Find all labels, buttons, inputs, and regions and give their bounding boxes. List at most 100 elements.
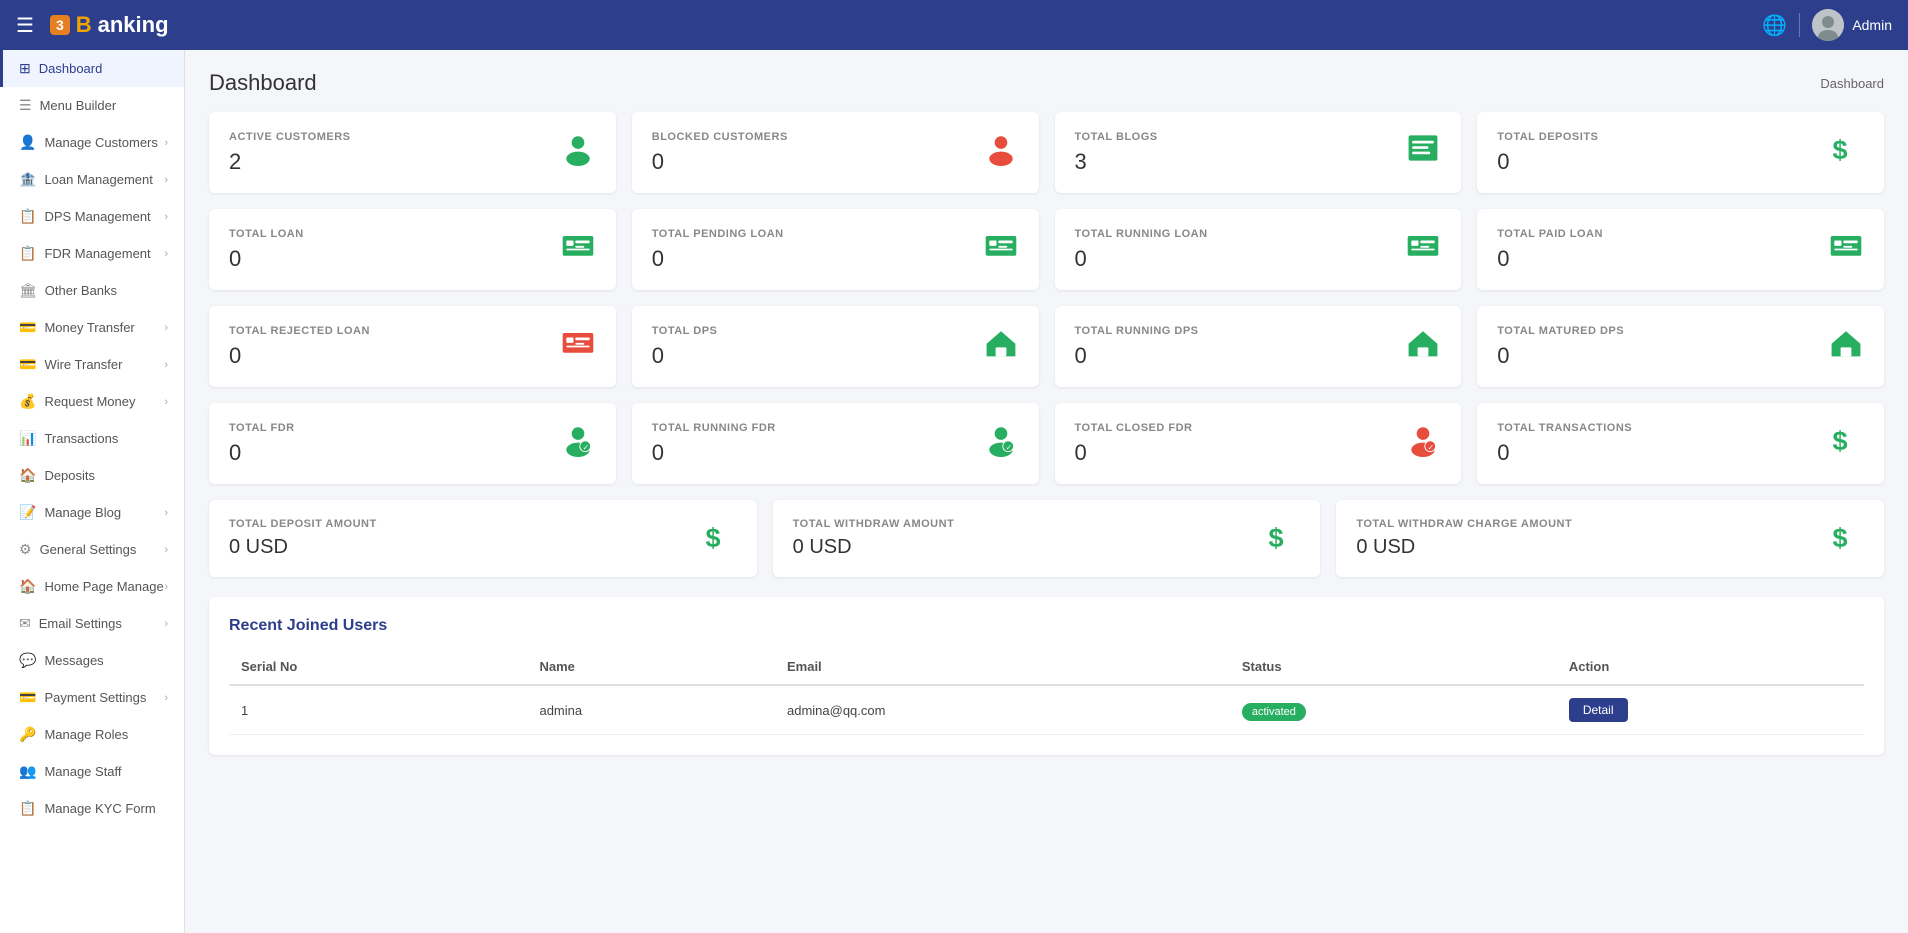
sidebar-label-manage-roles: Manage Roles (44, 727, 128, 742)
stat-icon-total-blogs (1405, 130, 1441, 175)
amount-value-total-withdraw-amount: 0 USD (793, 536, 955, 559)
sidebar-icon-dps-management: 📋 (19, 208, 36, 225)
stat-card-active-customers: ACTIVE CUSTOMERS 2 (209, 112, 616, 193)
stat-value-total-matured-dps: 0 (1497, 343, 1624, 369)
sidebar-item-loan-management[interactable]: 🏦 Loan Management › (0, 161, 184, 198)
stat-label-total-deposits: TOTAL DEPOSITS (1497, 131, 1598, 143)
sidebar-item-manage-roles[interactable]: 🔑 Manage Roles (0, 716, 184, 753)
sidebar-item-dps-management[interactable]: 📋 DPS Management › (0, 198, 184, 235)
stat-value-total-running-loan: 0 (1075, 246, 1208, 272)
sidebar-icon-deposits: 🏠 (19, 467, 36, 484)
sidebar-label-manage-customers: Manage Customers (44, 135, 157, 150)
sidebar-label-home-page-manage: Home Page Manage (44, 579, 163, 594)
stat-value-total-dps: 0 (652, 343, 718, 369)
sidebar-item-messages[interactable]: 💬 Messages (0, 642, 184, 679)
sidebar-label-general-settings: General Settings (40, 542, 137, 557)
globe-icon[interactable]: 🌐 (1762, 13, 1787, 38)
sidebar-label-dps-management: DPS Management (44, 209, 150, 224)
sidebar-item-manage-customers[interactable]: 👤 Manage Customers › (0, 124, 184, 161)
sidebar-label-manage-staff: Manage Staff (44, 764, 121, 779)
sidebar-item-money-transfer[interactable]: 💳 Money Transfer › (0, 309, 184, 346)
sidebar-item-manage-staff[interactable]: 👥 Manage Staff (0, 753, 184, 790)
stats-row-3: TOTAL REJECTED LOAN 0 TOTAL DPS 0 TOTAL … (209, 306, 1884, 387)
stat-info-total-running-loan: TOTAL RUNNING LOAN 0 (1075, 228, 1208, 272)
stat-card-total-dps: TOTAL DPS 0 (632, 306, 1039, 387)
stat-card-total-matured-dps: TOTAL MATURED DPS 0 (1477, 306, 1884, 387)
recent-users-table: Serial No Name Email Status Action 1 adm… (229, 649, 1864, 735)
amount-info-total-deposit-amount: TOTAL DEPOSIT AMOUNT 0 USD (229, 518, 377, 559)
sidebar-label-money-transfer: Money Transfer (44, 320, 134, 335)
chevron-icon-fdr-management: › (164, 248, 168, 260)
hamburger-button[interactable]: ☰ (16, 13, 34, 38)
stat-label-total-transactions: TOTAL TRANSACTIONS (1497, 422, 1632, 434)
sidebar-label-fdr-management: FDR Management (44, 246, 150, 261)
stat-icon-total-running-dps (1405, 324, 1441, 369)
stat-card-total-transactions: TOTAL TRANSACTIONS 0 $ (1477, 403, 1884, 484)
stat-value-total-running-dps: 0 (1075, 343, 1199, 369)
sidebar-label-deposits: Deposits (44, 468, 95, 483)
amount-value-total-withdraw-charge-amount: 0 USD (1356, 536, 1572, 559)
stats-row-1: ACTIVE CUSTOMERS 2 BLOCKED CUSTOMERS 0 T… (209, 112, 1884, 193)
stat-value-total-rejected-loan: 0 (229, 343, 370, 369)
sidebar-item-general-settings[interactable]: ⚙ General Settings › (0, 531, 184, 568)
sidebar-item-other-banks[interactable]: 🏛 Other Banks (0, 272, 184, 309)
sidebar-item-payment-settings[interactable]: 💳 Payment Settings › (0, 679, 184, 716)
sidebar-item-dashboard[interactable]: ⊞ Dashboard (0, 50, 184, 87)
sidebar-item-home-page-manage[interactable]: 🏠 Home Page Manage › (0, 568, 184, 605)
stat-info-total-rejected-loan: TOTAL REJECTED LOAN 0 (229, 325, 370, 369)
chevron-icon-wire-transfer: › (164, 359, 168, 371)
stat-icon-total-pending-loan (983, 227, 1019, 272)
sidebar-item-email-settings[interactable]: ✉ Email Settings › (0, 605, 184, 642)
cell-serial: 1 (229, 685, 527, 735)
stat-label-total-blogs: TOTAL BLOGS (1075, 131, 1158, 143)
layout: ⊞ Dashboard ☰ Menu Builder 👤 Manage Cust… (0, 50, 1908, 933)
chevron-icon-home-page-manage: › (164, 581, 168, 593)
stat-card-total-running-fdr: TOTAL RUNNING FDR 0 ✓ (632, 403, 1039, 484)
avatar (1812, 9, 1844, 41)
amount-label-total-withdraw-amount: TOTAL WITHDRAW AMOUNT (793, 518, 955, 530)
sidebar-icon-other-banks: 🏛 (19, 282, 37, 299)
stat-card-total-closed-fdr: TOTAL CLOSED FDR 0 ✓ (1055, 403, 1462, 484)
chevron-icon-general-settings: › (164, 544, 168, 556)
stat-info-total-running-dps: TOTAL RUNNING DPS 0 (1075, 325, 1199, 369)
sidebar-item-menu-builder[interactable]: ☰ Menu Builder (0, 87, 184, 124)
svg-text:$: $ (1833, 426, 1848, 456)
chevron-icon-manage-blog: › (164, 507, 168, 519)
amount-icon-total-deposit-amount: $ (701, 518, 737, 559)
stat-info-active-customers: ACTIVE CUSTOMERS 2 (229, 131, 350, 175)
stat-card-blocked-customers: BLOCKED CUSTOMERS 0 (632, 112, 1039, 193)
sidebar-item-request-money[interactable]: 💰 Request Money › (0, 383, 184, 420)
stat-info-total-deposits: TOTAL DEPOSITS 0 (1497, 131, 1598, 175)
sidebar-label-messages: Messages (44, 653, 103, 668)
stat-label-total-running-loan: TOTAL RUNNING LOAN (1075, 228, 1208, 240)
stat-info-total-dps: TOTAL DPS 0 (652, 325, 718, 369)
stat-card-total-rejected-loan: TOTAL REJECTED LOAN 0 (209, 306, 616, 387)
sidebar-label-wire-transfer: Wire Transfer (44, 357, 122, 372)
sidebar-item-manage-blog[interactable]: 📝 Manage Blog › (0, 494, 184, 531)
stat-icon-total-fdr: ✓ (560, 421, 596, 466)
sidebar-item-transactions[interactable]: 📊 Transactions (0, 420, 184, 457)
col-status: Status (1230, 649, 1557, 685)
stat-value-total-running-fdr: 0 (652, 440, 776, 466)
stat-label-total-running-dps: TOTAL RUNNING DPS (1075, 325, 1199, 337)
chevron-icon-request-money: › (164, 396, 168, 408)
sidebar-label-manage-kyc-form: Manage KYC Form (44, 801, 155, 816)
chevron-icon-loan-management: › (164, 174, 168, 186)
page-title: Dashboard (209, 70, 317, 96)
svg-text:$: $ (705, 523, 720, 553)
stat-label-total-closed-fdr: TOTAL CLOSED FDR (1075, 422, 1193, 434)
sidebar-item-deposits[interactable]: 🏠 Deposits (0, 457, 184, 494)
sidebar-icon-menu-builder: ☰ (19, 97, 32, 114)
col-name: Name (527, 649, 775, 685)
sidebar-item-fdr-management[interactable]: 📋 FDR Management › (0, 235, 184, 272)
detail-button[interactable]: Detail (1569, 698, 1628, 722)
navbar-right: 🌐 Admin (1762, 9, 1892, 41)
navbar-divider (1799, 13, 1800, 37)
cell-email: admina@qq.com (775, 685, 1230, 735)
sidebar-icon-fdr-management: 📋 (19, 245, 36, 262)
sidebar-item-manage-kyc-form[interactable]: 📋 Manage KYC Form (0, 790, 184, 827)
sidebar-item-wire-transfer[interactable]: 💳 Wire Transfer › (0, 346, 184, 383)
chevron-icon-payment-settings: › (164, 692, 168, 704)
sidebar-icon-request-money: 💰 (19, 393, 36, 410)
sidebar-label-other-banks: Other Banks (45, 283, 117, 298)
